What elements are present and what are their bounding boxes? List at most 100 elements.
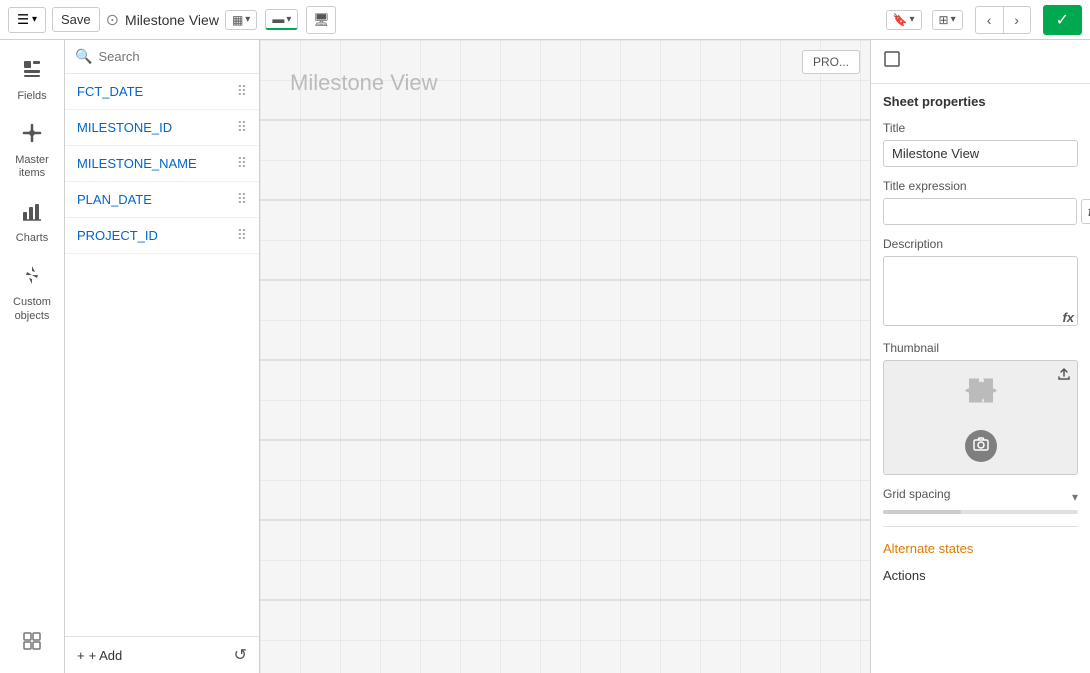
sidebar-item-label-charts: Charts [16,232,48,244]
navigation-buttons: ‹ › [975,6,1031,34]
description-textarea[interactable] [883,256,1078,326]
description-wrapper: fx [883,256,1078,329]
search-area: 🔍 [65,40,259,74]
fields-icon [21,58,43,86]
sidebar-item-label-custom-objects: Custom objects [9,296,56,322]
save-label: Save [61,12,91,27]
view-toggle-1[interactable]: ▦ ▾ [225,10,257,30]
scroll-down-icon: ▾ [1072,490,1078,504]
sidebar-item-label-master-items: Master items [9,154,56,180]
drag-icon[interactable]: ⠿ [237,119,247,136]
thumbnail-box[interactable] [883,360,1078,475]
confirm-button[interactable]: ✓ [1043,5,1082,35]
search-icon: 🔍 [75,48,92,65]
canvas-grid [260,40,870,673]
thumbnail-label: Thumbnail [883,341,1078,355]
list-item[interactable]: MILESTONE_NAME ⠿ [65,146,259,182]
camera-button[interactable] [965,430,997,462]
prev-button[interactable]: ‹ [975,6,1003,34]
field-name: PROJECT_ID [77,228,158,243]
view-toggle-2[interactable]: ▬ ▾ [265,9,298,30]
fx-icon-desc: fx [1062,310,1074,325]
sheet-icon [883,50,901,73]
thumbnail-puzzle-icon [961,370,1001,419]
list-item[interactable]: FCT_DATE ⠿ [65,74,259,110]
field-name: MILESTONE_ID [77,120,172,135]
description-section: Description fx [871,231,1090,335]
actions-label: Actions [871,564,1090,591]
fields-list: FCT_DATE ⠿ MILESTONE_ID ⠿ MILESTONE_NAME… [65,74,259,254]
sidebar-item-label-fields: Fields [17,90,46,102]
title-expression-input[interactable] [883,198,1077,225]
sidebar-item-master-items[interactable]: Master items [5,114,60,188]
chevron-icon: ▾ [245,14,250,25]
hamburger-icon: ☰ [17,12,29,28]
thumbnail-section: Thumbnail [871,335,1090,481]
sidebar-item-custom-objects[interactable]: Custom objects [5,256,60,330]
chevron-icon-2: ▾ [286,14,291,25]
refresh-icon: ↺ [234,647,247,664]
canvas-area[interactable]: Milestone View PRO... [260,40,870,673]
drag-icon[interactable]: ⠿ [237,227,247,244]
refresh-button[interactable]: ↺ [234,645,247,665]
bookmark-chevron: ▾ [909,14,914,25]
grid-spacing-label: Grid spacing [883,487,950,501]
list-item[interactable]: PLAN_DATE ⠿ [65,182,259,218]
thumbnail-upload-button[interactable] [1057,367,1071,384]
chevron-down-icon: ▾ [32,14,37,25]
description-label: Description [883,237,1078,251]
plus-icon: + [77,648,85,663]
layout-button[interactable]: ⊞ ▾ [932,10,963,30]
bookmark-icon: 🔖 [893,13,908,27]
app-title: Milestone View [125,12,219,28]
drag-icon[interactable]: ⠿ [237,155,247,172]
upload-icon [1057,368,1071,384]
title-expression-section: Title expression fx [871,173,1090,231]
view-icon-2: ▬ [272,12,284,26]
monitor-view-button[interactable]: 🖥 [306,6,336,34]
camera-icon [973,436,989,457]
sheet-properties-title: Sheet properties [871,84,1090,115]
save-button[interactable]: Save [52,7,100,32]
alternate-states-link[interactable]: Alternate states [871,533,1090,564]
title-section: Title [871,115,1090,173]
sidebar-footer-icon[interactable] [12,621,52,661]
view-icon-1: ▦ [232,13,243,27]
search-input[interactable] [98,49,249,64]
title-label: Title [883,121,1078,135]
layout-chevron: ▾ [951,14,956,25]
title-expression-label: Title expression [883,179,1078,193]
fx-button-title[interactable]: fx [1081,199,1090,224]
layout-icon: ⊞ [939,13,949,27]
next-button[interactable]: › [1003,6,1031,34]
left-sidebar: Fields Master items Charts [0,40,65,673]
bookmark-button[interactable]: 🔖 ▾ [886,10,922,30]
pro-label: PRO... [813,55,849,69]
divider [871,520,1090,533]
list-item[interactable]: MILESTONE_ID ⠿ [65,110,259,146]
title-input[interactable] [883,140,1078,167]
master-items-icon [21,122,43,150]
app-title-area: ⊙ Milestone View [106,10,219,30]
fields-panel: 🔍 FCT_DATE ⠿ MILESTONE_ID ⠿ MILESTONE_NA… [65,40,260,673]
title-expression-wrapper: fx [883,198,1078,225]
drag-icon[interactable]: ⠿ [237,83,247,100]
sidebar-item-charts[interactable]: Charts [5,192,60,252]
sidebar-item-fields[interactable]: Fields [5,50,60,110]
monitor-icon: 🖥 [313,12,330,28]
top-toolbar: ☰ ▾ Save ⊙ Milestone View ▦ ▾ ▬ ▾ 🖥 🔖 ▾ … [0,0,1090,40]
right-panel: Sheet properties Title Title expression … [870,40,1090,673]
add-label: + Add [89,648,123,663]
charts-icon [21,200,43,228]
canvas-title: Milestone View [290,70,438,96]
fx-button-description[interactable]: fx [1062,310,1074,325]
hamburger-button[interactable]: ☰ ▾ [8,7,46,33]
pro-button[interactable]: PRO... [802,50,860,74]
grid-spacing-bar[interactable] [883,510,1078,514]
drag-icon[interactable]: ⠿ [237,191,247,208]
list-item[interactable]: PROJECT_ID ⠿ [65,218,259,254]
check-icon: ✓ [1056,10,1069,30]
fields-footer: + + Add ↺ [65,636,259,673]
main-content: Fields Master items Charts [0,40,1090,673]
add-button[interactable]: + + Add [77,648,122,663]
